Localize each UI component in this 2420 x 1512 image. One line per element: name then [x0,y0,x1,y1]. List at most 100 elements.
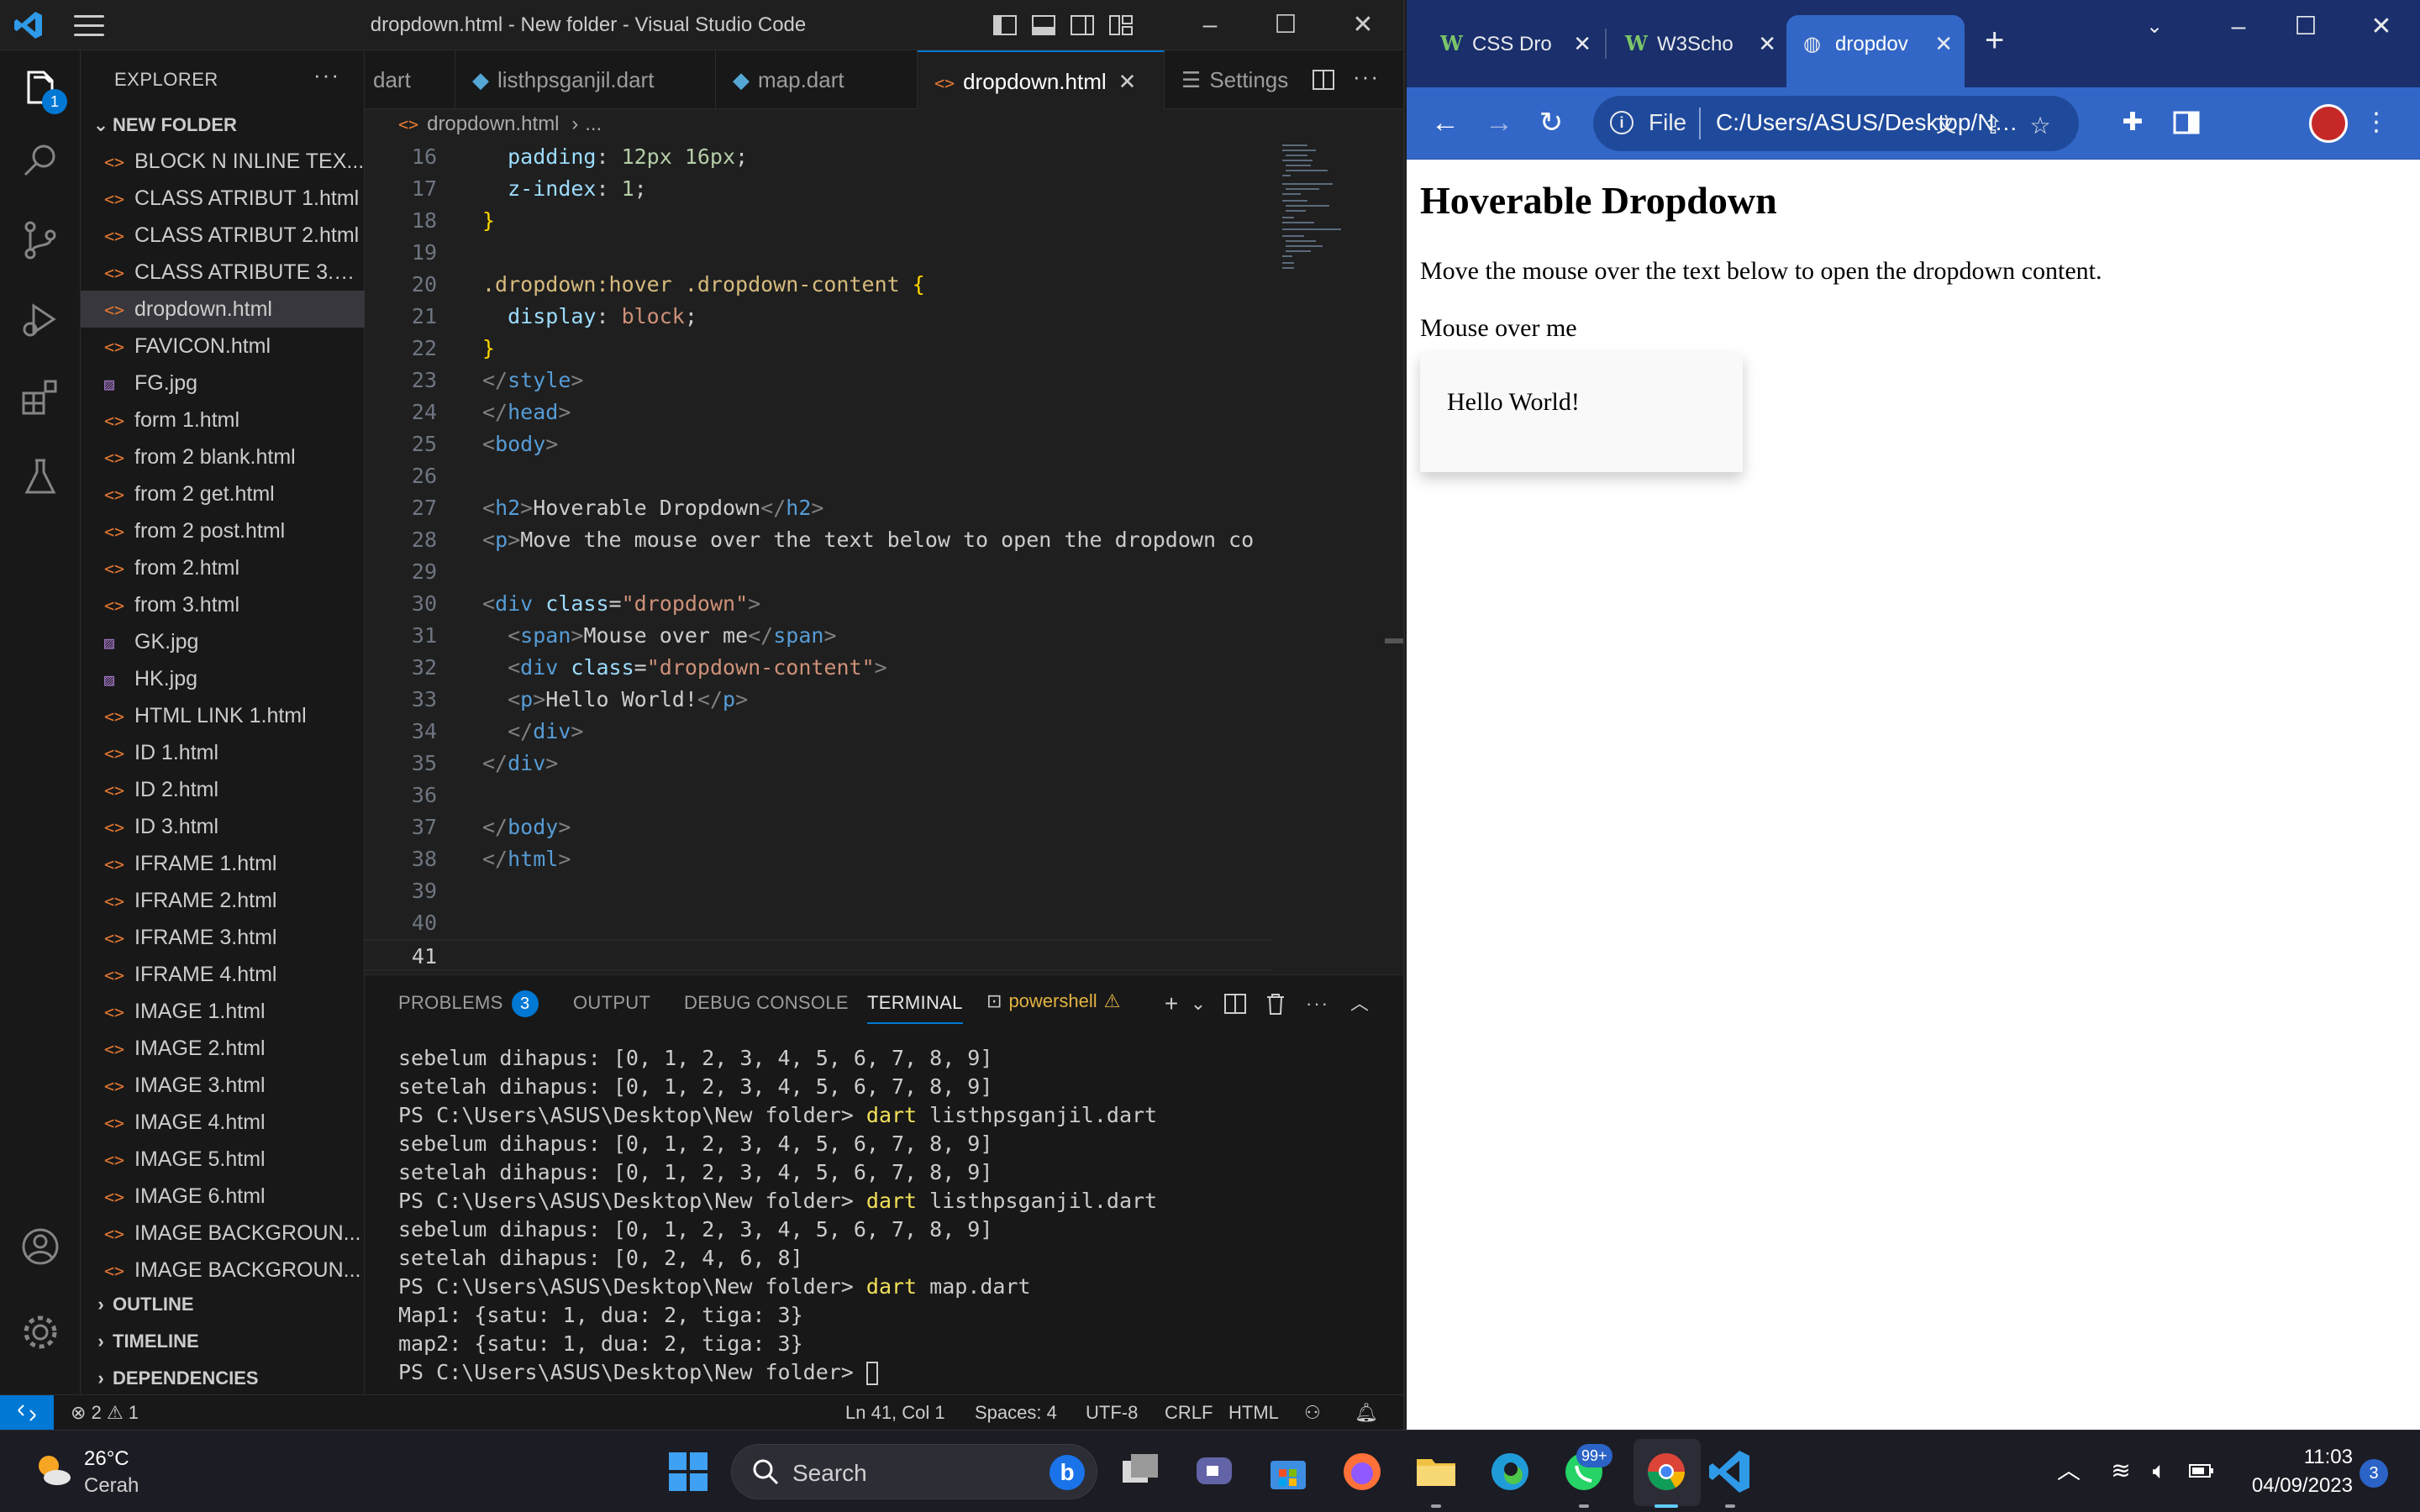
file-item[interactable]: <> IFRAME 3.html [81,919,365,956]
show-hidden-icons-chevron-icon[interactable]: ︿ [2054,1456,2084,1486]
more-actions-icon[interactable]: ··· [313,62,340,88]
back-button[interactable]: ← [1427,104,1464,141]
breadcrumb-file[interactable]: dropdown.html [427,113,559,135]
file-item[interactable]: <> IMAGE 6.html [81,1178,365,1215]
file-item[interactable]: ▨ GK.jpg [81,623,365,660]
file-item[interactable]: <> IFRAME 4.html [81,956,365,993]
close-button[interactable]: ✕ [1338,7,1388,44]
file-item[interactable]: <> HTML LINK 1.html [81,697,365,734]
split-terminal-icon[interactable] [1222,990,1249,1017]
weather-condition[interactable]: Cerah [84,1474,139,1498]
firefox-icon[interactable] [1338,1447,1386,1496]
notifications-bell-icon[interactable]: 🔔︎ [1355,1395,1378,1430]
file-item[interactable]: <> IMAGE 2.html [81,1030,365,1067]
clock-time[interactable]: 11:03 [2269,1446,2353,1469]
file-item[interactable]: <> ID 3.html [81,808,365,845]
terminal-shell-selector[interactable]: ⊡ powershell ⚠ [986,990,1120,1012]
folder-header[interactable]: ⌄ NEW FOLDER [89,114,358,136]
weather-sun-cloud-icon[interactable] [32,1449,74,1491]
file-item[interactable]: <> IMAGE BACKGROUN... [81,1215,365,1252]
browser-close-button[interactable]: ✕ [2356,8,2407,45]
dropdown-trigger[interactable]: Mouse over me [1420,314,1577,343]
browser-menu-icon[interactable]: ⋮ [2360,106,2393,139]
close-tab-icon[interactable]: ✕ [1934,15,1953,72]
clock-date[interactable]: 04/09/2023 [2235,1474,2353,1498]
breadcrumb-symbol[interactable]: ... [585,113,602,135]
minimize-button[interactable]: – [1185,7,1235,44]
browser-maximize-button[interactable]: ☐ [2281,8,2331,45]
url-text[interactable]: C:/Users/ASUS/Desktop/Ne... [1716,109,2018,136]
file-item[interactable]: <> from 2 blank.html [81,438,365,475]
editor-more-icon[interactable]: ··· [1353,64,1380,90]
terminal-output[interactable]: sebelum dihapus: [0, 1, 2, 3, 4, 5, 6, 7… [398,1044,1390,1387]
volume-icon[interactable]: 🔈︎ [2144,1456,2175,1486]
file-item[interactable]: <> IMAGE 1.html [81,993,365,1030]
translate-icon[interactable]: 文 [1933,113,1960,139]
teams-chat-icon[interactable] [1190,1447,1239,1496]
browser-tab-css-dropdown[interactable]: W CSS Dro ✕ [1423,15,1603,72]
split-editor-icon[interactable] [1311,67,1336,92]
customize-layout-icon[interactable] [1107,12,1134,39]
windows-start-icon[interactable] [664,1447,713,1496]
file-item[interactable]: ▨ HK.jpg [81,660,365,697]
file-item[interactable]: <> ID 2.html [81,771,365,808]
remote-button[interactable] [0,1395,54,1430]
file-item[interactable]: <> BLOCK N INLINE TEX... [81,143,365,180]
file-explorer-icon[interactable] [1412,1447,1460,1496]
close-tab-icon[interactable]: ✕ [1573,15,1591,72]
search-icon[interactable] [17,138,64,185]
language-mode[interactable]: HTML [1228,1395,1279,1430]
tab-debug-console[interactable]: DEBUG CONSOLE [684,982,849,1024]
accounts-icon[interactable] [17,1223,64,1270]
browser-tab-w3schools[interactable]: W W3Scho ✕ [1608,15,1788,72]
file-item[interactable]: <> IFRAME 2.html [81,882,365,919]
vscode-taskbar-icon[interactable] [1706,1447,1754,1496]
weather-temperature[interactable]: 26°C [84,1447,129,1471]
notification-badge[interactable]: 3 [2360,1459,2388,1488]
battery-icon[interactable] [2186,1456,2217,1486]
outline-section[interactable]: › OUTLINE [89,1294,358,1315]
file-item[interactable]: <> from 3.html [81,586,365,623]
new-tab-button[interactable]: + [1985,22,2004,60]
browser-tab-dropdown[interactable]: ◍ dropdov ✕ [1786,15,1965,87]
toggle-primary-sidebar-icon[interactable] [992,12,1018,39]
file-item[interactable]: <> FAVICON.html [81,328,365,365]
dependencies-section[interactable]: › DEPENDENCIES [89,1368,358,1389]
info-icon[interactable]: i [1610,111,1634,134]
testing-flask-icon[interactable] [17,454,64,501]
extensions-icon[interactable] [17,375,64,422]
task-view-icon[interactable] [1116,1447,1165,1496]
profile-avatar[interactable] [2309,104,2348,143]
indentation[interactable]: Spaces: 4 [975,1395,1057,1430]
bookmark-star-icon[interactable]: ☆ [2027,113,2054,139]
tab-dart[interactable]: dart [356,50,455,109]
browser-minimize-button[interactable]: – [2213,8,2264,45]
close-tab-icon[interactable]: ✕ [1758,15,1776,72]
edge-icon[interactable] [1486,1447,1534,1496]
reload-button[interactable]: ↻ [1533,104,1570,141]
file-item[interactable]: <> IMAGE 3.html [81,1067,365,1104]
maximize-panel-icon[interactable]: ︿ [1346,990,1373,1017]
chrome-icon[interactable] [1642,1447,1691,1496]
problems-status[interactable]: ⊗ 2 ⚠ 1 [71,1395,139,1430]
tab-listhpsganjil[interactable]: ◆ listhpsganjil.dart [455,50,716,109]
tab-problems[interactable]: PROBLEMS 3 [398,982,539,1024]
new-terminal-icon[interactable]: + [1158,990,1185,1017]
chevron-down-icon[interactable]: ⌄ [1185,990,1212,1017]
code-editor[interactable]: 16 padding: 12px 16px; 17 z-index: 1; 18} 1… [365,141,1272,973]
run-debug-icon[interactable] [17,296,64,343]
bing-icon[interactable]: b [1050,1455,1085,1490]
timeline-section[interactable]: › TIMELINE [89,1331,358,1352]
wifi-icon[interactable]: ≋ [2106,1456,2136,1486]
file-item[interactable]: <> from 2.html [81,549,365,586]
cursor-position[interactable]: Ln 41, Col 1 [845,1395,945,1430]
file-item[interactable]: <> IMAGE 5.html [81,1141,365,1178]
settings-gear-icon[interactable] [17,1309,64,1356]
minimap[interactable] [1272,141,1390,393]
toggle-secondary-sidebar-icon[interactable] [1069,12,1096,39]
panel-more-icon[interactable]: ··· [1304,990,1331,1017]
file-item[interactable]: <> CLASS ATRIBUT 2.html [81,217,365,254]
toggle-panel-icon[interactable] [1030,12,1057,39]
tab-map[interactable]: ◆ map.dart [716,50,918,109]
trash-icon[interactable] [1262,990,1289,1017]
